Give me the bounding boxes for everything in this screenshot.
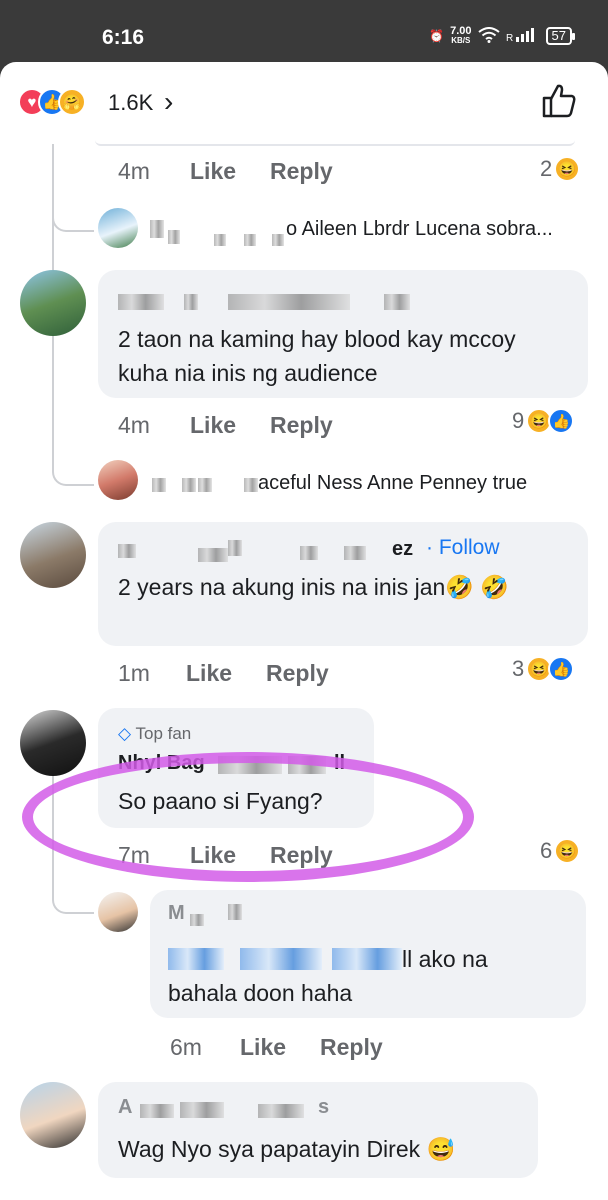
diamond-icon: ◇ (118, 724, 132, 743)
commenter-name[interactable]: ez (392, 538, 413, 561)
commenter-name[interactable]: A (118, 1096, 132, 1119)
reaction-count: 9 (512, 408, 525, 433)
reply-connector (52, 422, 94, 486)
reply-connector (52, 862, 94, 914)
blurred-name (198, 548, 228, 562)
like-reaction-icon: 👍 (548, 656, 575, 682)
reaction-count: 6 (540, 838, 553, 863)
signal-icon: R (506, 27, 540, 46)
comments-sheet: ♥ 👍 🤗 1.6K › 4m Like Reply 2 😆 o Aileen … (0, 62, 608, 1200)
blurred-name (198, 478, 212, 492)
care-icon: 🤗 (58, 88, 86, 116)
blurred-name (244, 234, 256, 246)
reply-preview-text[interactable]: aceful Ness Anne Penney true (258, 472, 527, 495)
blurred-name (214, 234, 226, 246)
reaction-summary-icons[interactable]: ♥ 👍 🤗 (18, 88, 86, 116)
comment-text: Wag Nyo sya papatayin Direk 😅 (118, 1136, 456, 1162)
status-icons: ⏰ 7.00 KB/S R 57 (429, 26, 576, 46)
comment-reactions[interactable]: 2 😆 (540, 156, 581, 182)
commenter-name[interactable]: M (168, 902, 185, 925)
reaction-total[interactable]: 1.6K (108, 90, 153, 116)
blurred-name (140, 1104, 174, 1118)
comment-text: 2 years na akung inis na inis jan🤣 🤣 (118, 574, 509, 600)
comment-text: 2 taon na kaming hay blood kay mccoy kuh… (118, 326, 516, 386)
badge-label: Top fan (135, 724, 192, 743)
commenter-name-end: s (318, 1096, 330, 1118)
blurred-name (182, 478, 196, 492)
avatar[interactable] (20, 1082, 86, 1148)
blurred-name (168, 230, 180, 244)
top-fan-badge: ◇ Top fan (118, 724, 191, 744)
blurred-name (180, 1102, 224, 1118)
blurred-name (184, 294, 198, 310)
wifi-icon (477, 26, 500, 46)
reply-button[interactable]: Reply (266, 660, 329, 687)
blurred-name (258, 1104, 304, 1118)
avatar[interactable] (20, 522, 86, 588)
reply-button[interactable]: Reply (270, 412, 333, 439)
avatar[interactable] (20, 270, 86, 336)
blurred-name (344, 546, 366, 560)
blurred-name (228, 540, 242, 556)
avatar[interactable] (98, 892, 138, 932)
blurred-name (152, 478, 166, 492)
avatar[interactable] (98, 208, 138, 248)
comment-time: 1m (118, 660, 150, 686)
blurred-name (228, 904, 242, 920)
sheet-header: ♥ 👍 🤗 1.6K › (0, 62, 608, 142)
blurred-name (190, 914, 204, 926)
battery-indicator: 57 (545, 27, 576, 45)
blurred-name (244, 478, 258, 492)
comment-time: 4m (118, 158, 150, 184)
blurred-name (300, 546, 318, 560)
blurred-name (228, 294, 350, 310)
blurred-name (118, 544, 136, 558)
follow-button[interactable]: · Follow (426, 536, 500, 560)
like-button[interactable]: Like (240, 1034, 286, 1061)
reply-connector (52, 162, 94, 232)
next-meta-row-cutoff (118, 1192, 588, 1200)
svg-text:R: R (506, 33, 513, 43)
blurred-name (384, 294, 410, 310)
thumbs-up-icon (542, 84, 576, 118)
comment-text-line2: bahala doon haha (168, 980, 353, 1006)
blurred-name (272, 234, 284, 246)
chevron-right-icon[interactable]: › (164, 86, 173, 118)
reply-button[interactable]: Reply (270, 158, 333, 185)
bubble-bottom-edge (95, 140, 575, 146)
blurred-tag (168, 948, 224, 970)
like-button[interactable]: Like (190, 158, 236, 185)
blurred-name (150, 220, 164, 238)
haha-icon: 😆 (554, 838, 581, 864)
network-speed: 7.00 KB/S (450, 26, 471, 46)
comment-reactions[interactable]: 9 😆 👍 (512, 408, 575, 434)
reply-preview-text[interactable]: o Aileen Lbrdr Lucena sobra... (286, 218, 553, 241)
status-bar: 6:16 ⏰ 7.00 KB/S R 57 (0, 0, 608, 62)
comment-text: ll ako na (402, 946, 488, 972)
blurred-tag (240, 948, 322, 970)
speed-value: 7.00 (450, 25, 472, 37)
comment-reactions[interactable]: 3 😆 👍 (512, 656, 575, 682)
haha-icon: 😆 (554, 156, 581, 182)
avatar[interactable] (98, 460, 138, 500)
like-button[interactable]: Like (186, 660, 232, 687)
like-post-button[interactable] (540, 82, 578, 120)
alarm-icon: ⏰ (429, 29, 445, 43)
comment-time: 4m (118, 412, 150, 438)
like-reaction-icon: 👍 (548, 408, 575, 434)
comment-reactions[interactable]: 6 😆 (540, 838, 581, 864)
like-button[interactable]: Like (190, 412, 236, 439)
reply-button[interactable]: Reply (320, 1034, 383, 1061)
comment-time: 6m (170, 1034, 202, 1060)
status-time: 6:16 (102, 26, 145, 49)
reaction-count: 2 (540, 156, 553, 181)
reaction-count: 3 (512, 656, 525, 681)
blurred-name (118, 294, 164, 310)
avatar[interactable] (20, 710, 86, 776)
blurred-tag (332, 948, 402, 970)
speed-unit: KB/S (451, 36, 471, 45)
